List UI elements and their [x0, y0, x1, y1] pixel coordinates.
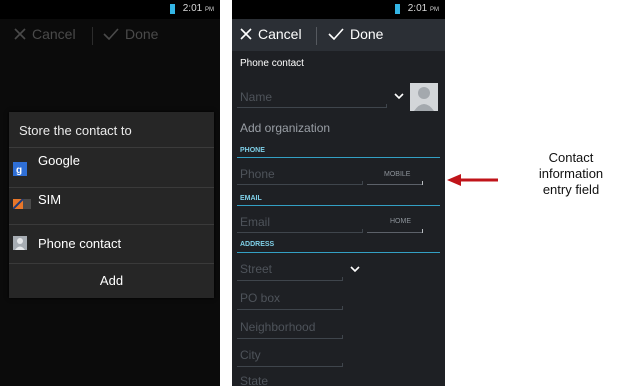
status-bar: 2:01 PM	[232, 0, 445, 19]
right-phone-screen: 2:01 PM Cancel Done Phone contact Name A…	[232, 0, 445, 386]
add-button[interactable]: Add	[9, 264, 214, 298]
svg-text:g: g	[16, 165, 22, 176]
email-type-underline	[367, 229, 423, 233]
street-field-underline	[237, 277, 343, 281]
annotation-arrow-icon	[447, 174, 498, 186]
store-contact-dialog: Store the contact to g Google SIM Phone …	[9, 112, 214, 298]
option-phone-contact[interactable]: Phone contact	[9, 225, 214, 265]
phone-type-underline	[367, 181, 423, 185]
actionbar-divider	[92, 27, 93, 45]
name-field[interactable]: Name	[240, 90, 272, 104]
address-header-line	[237, 252, 440, 253]
google-icon: g	[13, 162, 27, 176]
neighborhood-field[interactable]: Neighborhood	[240, 320, 315, 334]
email-type-spinner[interactable]: HOME	[390, 218, 411, 225]
battery-icon	[395, 4, 400, 14]
check-icon	[328, 28, 344, 40]
cancel-button[interactable]: Cancel	[14, 26, 76, 42]
phone-contact-icon	[13, 236, 27, 250]
cancel-button[interactable]: Cancel	[240, 26, 302, 42]
sim-icon	[13, 199, 31, 209]
neighborhood-field-underline	[237, 335, 343, 339]
add-organization-link[interactable]: Add organization	[240, 121, 330, 135]
chevron-down-icon[interactable]	[394, 93, 404, 100]
avatar-placeholder-icon	[414, 87, 434, 111]
close-icon	[240, 28, 252, 40]
email-field-underline	[237, 229, 363, 233]
pobox-field-underline	[237, 306, 343, 310]
done-button[interactable]: Done	[103, 26, 158, 42]
phone-section-header: PHONE	[240, 147, 265, 154]
status-time: 2:01 PM	[182, 3, 214, 14]
city-field-underline	[237, 363, 343, 367]
done-button[interactable]: Done	[328, 26, 383, 42]
phone-field[interactable]: Phone	[240, 167, 275, 181]
pobox-field[interactable]: PO box	[240, 291, 280, 305]
phone-header-line	[237, 157, 440, 158]
contact-photo[interactable]	[410, 83, 438, 111]
action-bar: Cancel Done	[232, 19, 445, 51]
check-icon	[103, 28, 119, 40]
phone-field-underline	[237, 181, 363, 185]
chevron-down-icon[interactable]	[350, 266, 360, 273]
account-type-label: Phone contact	[240, 58, 304, 69]
phone-type-spinner[interactable]: MOBILE	[384, 171, 410, 178]
email-header-line	[237, 205, 440, 206]
street-field[interactable]: Street	[240, 262, 272, 276]
option-google[interactable]: g Google	[9, 148, 214, 188]
status-bar: 2:01 PM	[0, 0, 220, 19]
city-field[interactable]: City	[240, 348, 261, 362]
action-bar: Cancel Done	[0, 19, 220, 51]
status-time: 2:01 PM	[407, 3, 439, 14]
battery-icon	[170, 4, 175, 14]
address-section-header: ADDRESS	[240, 241, 275, 248]
left-phone-screen: 2:01 PM Cancel Done Store the contact to…	[0, 0, 220, 386]
email-field[interactable]: Email	[240, 215, 270, 229]
actionbar-divider	[316, 27, 317, 45]
state-field[interactable]: State	[240, 374, 268, 386]
close-icon	[14, 28, 26, 40]
name-field-underline	[237, 104, 387, 108]
email-section-header: EMAIL	[240, 195, 262, 202]
option-sim[interactable]: SIM	[9, 188, 214, 228]
annotation-label: Contact information entry field	[538, 150, 604, 197]
dialog-title: Store the contact to	[19, 123, 132, 138]
